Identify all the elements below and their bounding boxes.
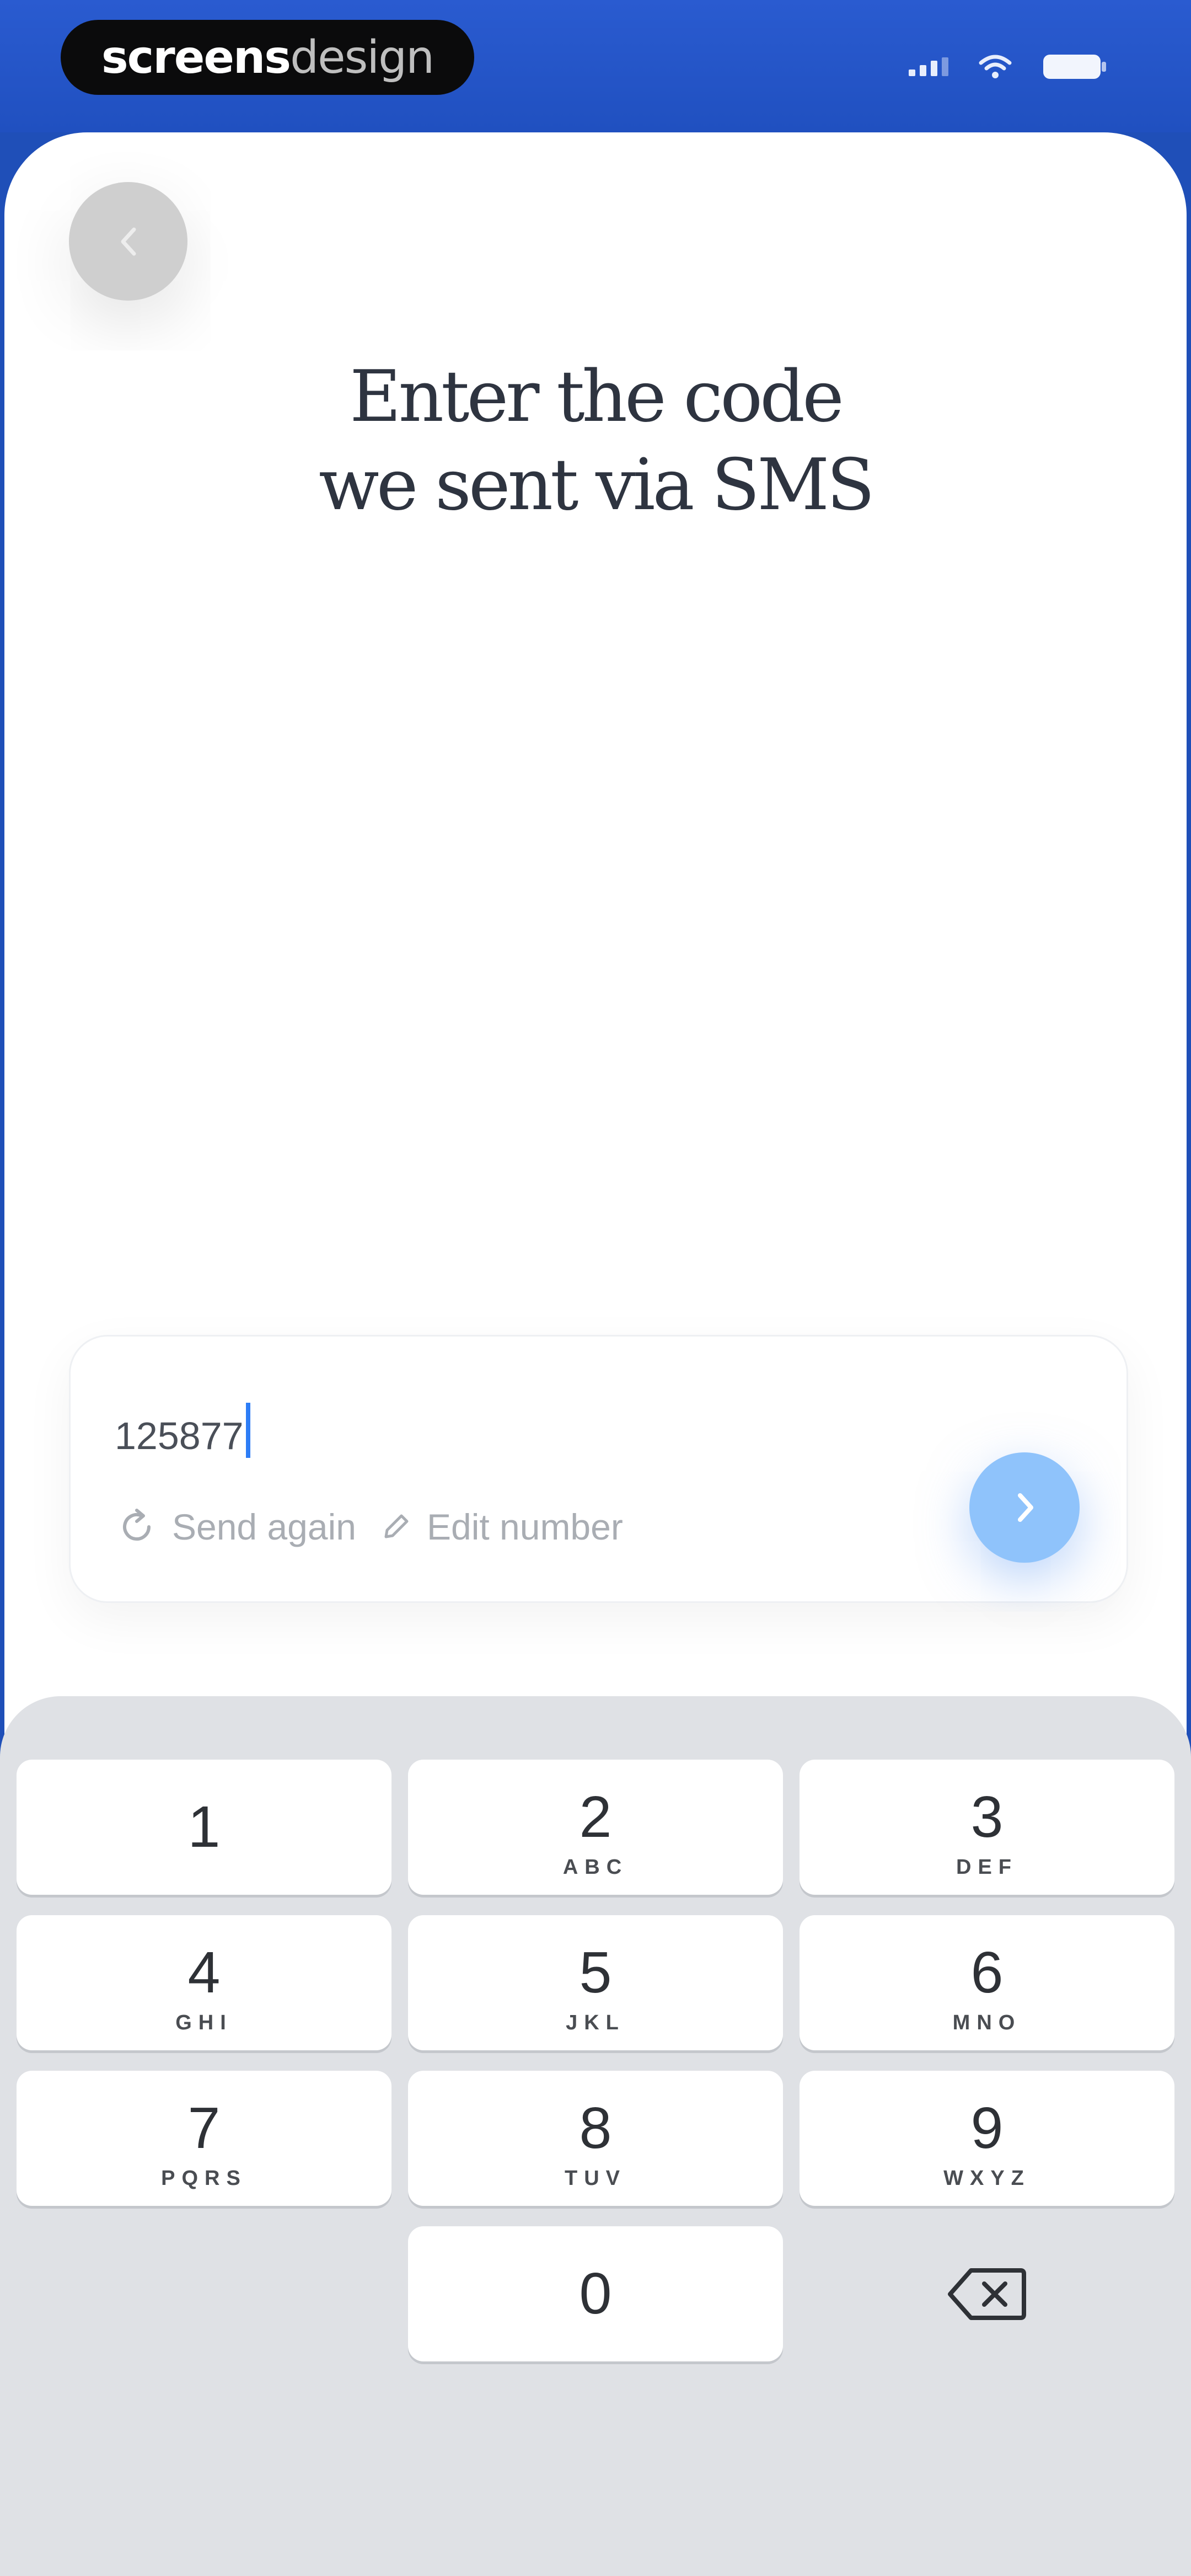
key-digit: 3: [970, 1784, 1004, 1850]
key-letters: JKL: [566, 2011, 625, 2034]
status-bar: screens design: [0, 0, 1191, 132]
key-digit: 6: [970, 1940, 1004, 2005]
key-digit: 0: [579, 2261, 612, 2326]
page-title: Enter the code we sent via SMS: [0, 353, 1191, 530]
back-button[interactable]: [69, 182, 187, 301]
battery-icon: [1042, 52, 1108, 81]
key-digit: 7: [187, 2096, 221, 2161]
title-line-2: we sent via SMS: [319, 444, 875, 526]
key-digit: 2: [579, 1784, 612, 1850]
key-5[interactable]: 5 JKL: [408, 1915, 783, 2050]
key-letters: ABC: [562, 1856, 629, 1879]
wifi-icon: [979, 54, 1012, 79]
edit-number-link[interactable]: Edit number: [378, 1506, 623, 1548]
chevron-right-icon: [1018, 1493, 1033, 1522]
key-9[interactable]: 9 WXYZ: [800, 2071, 1174, 2206]
key-letters: MNO: [952, 2011, 1022, 2034]
send-again-link[interactable]: Send again: [115, 1505, 356, 1549]
brand-secondary: design: [290, 31, 434, 84]
submit-code-button[interactable]: [969, 1452, 1080, 1563]
code-actions: Send again Edit number: [115, 1505, 623, 1549]
key-8[interactable]: 8 TUV: [408, 2071, 783, 2206]
key-2[interactable]: 2 ABC: [408, 1760, 783, 1895]
key-digit: 4: [187, 1940, 221, 2005]
pencil-icon: [384, 1514, 409, 1538]
sms-code-input[interactable]: [115, 1397, 887, 1474]
key-letters: WXYZ: [943, 2167, 1031, 2190]
text-caret: [246, 1403, 250, 1458]
edit-number-label: Edit number: [426, 1506, 623, 1547]
refresh-icon: [123, 1509, 151, 1541]
key-digit: 8: [579, 2096, 612, 2161]
key-letters: DEF: [956, 1856, 1018, 1879]
title-line-1: Enter the code: [350, 356, 844, 438]
status-icons: [909, 52, 1108, 81]
key-7[interactable]: 7 PQRS: [17, 2071, 391, 2206]
brand-logo: screens design: [61, 20, 474, 95]
key-letters: PQRS: [161, 2167, 247, 2190]
send-again-label: Send again: [172, 1506, 356, 1547]
key-0[interactable]: 0: [408, 2226, 783, 2361]
brand-primary: screens: [101, 31, 291, 84]
key-letters: TUV: [565, 2167, 626, 2190]
key-digit: 1: [187, 1794, 221, 1859]
signal-icon: [909, 57, 948, 76]
key-1[interactable]: 1: [17, 1760, 391, 1895]
delete-key[interactable]: [800, 2226, 1174, 2361]
backspace-icon: [948, 2268, 1026, 2320]
key-letters: GHI: [175, 2011, 233, 2034]
key-digit: 9: [970, 2096, 1004, 2161]
chevron-left-icon: [121, 227, 136, 255]
key-4[interactable]: 4 GHI: [17, 1915, 391, 2050]
key-6[interactable]: 6 MNO: [800, 1915, 1174, 2050]
code-card: Send again Edit number: [69, 1335, 1128, 1603]
key-3[interactable]: 3 DEF: [800, 1760, 1174, 1895]
key-digit: 5: [579, 1940, 612, 2005]
